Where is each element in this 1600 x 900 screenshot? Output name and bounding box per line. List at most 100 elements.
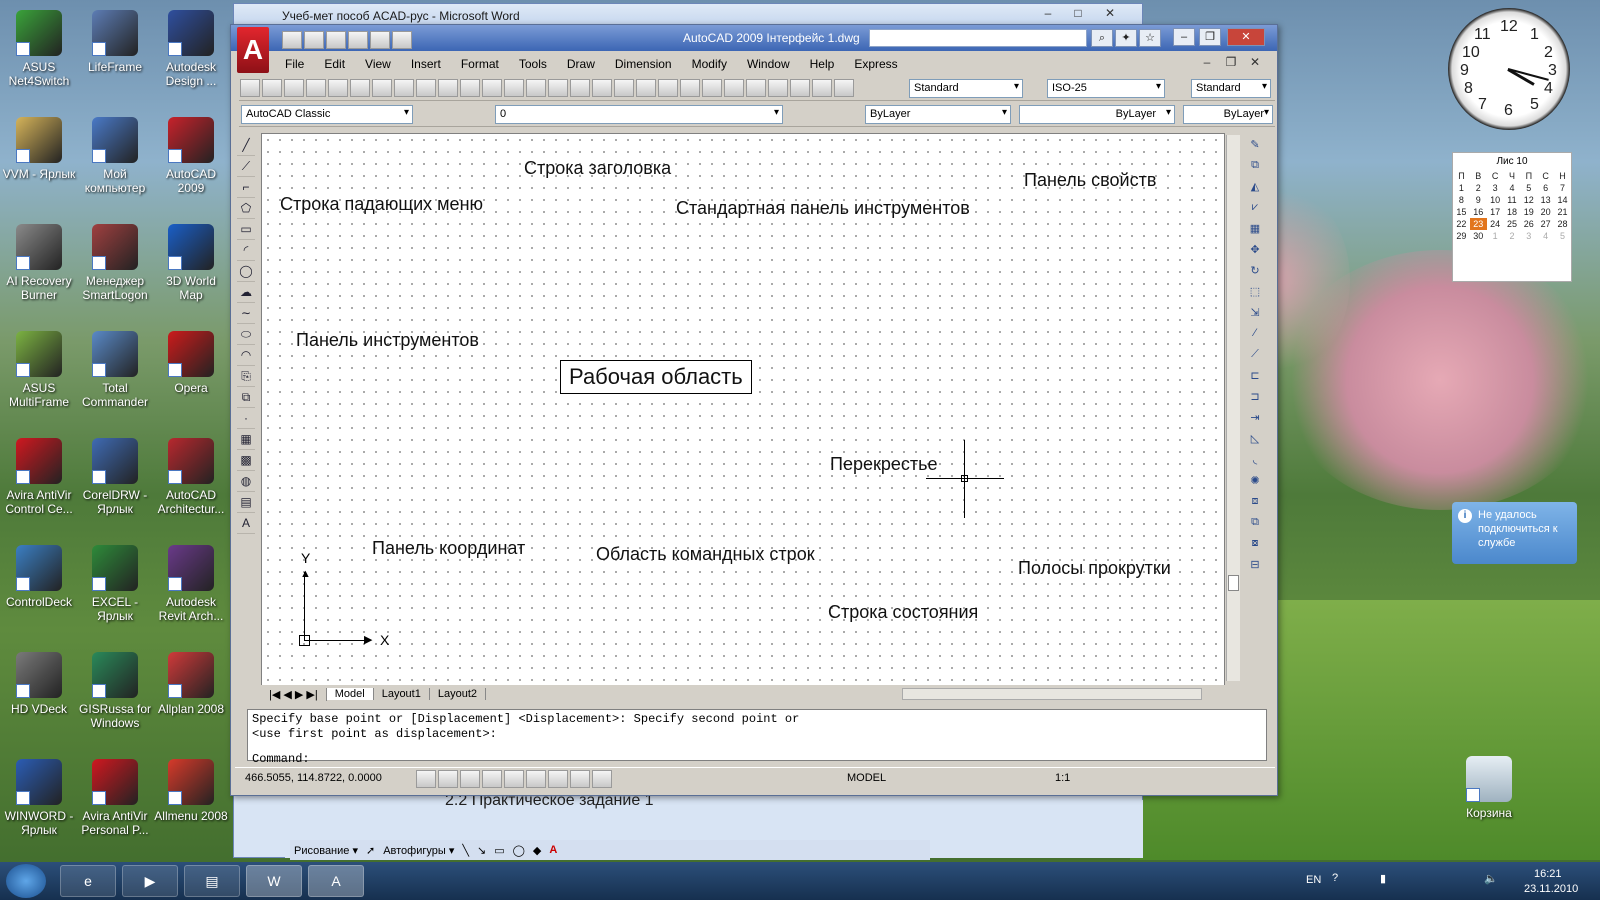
drawing-area[interactable]: Строка заголовка Панель свойств Строка п… [261,133,1225,697]
table-style-select[interactable]: Standard [1191,79,1271,98]
desktop-icon[interactable]: AutoCAD Architectur... [154,432,228,532]
calendar-day[interactable]: 24 [1487,218,1504,230]
break-point-icon[interactable]: ⊏ [1245,369,1265,387]
layer-select[interactable]: 0 [495,105,783,124]
volume-icon[interactable]: 🔈 [1484,872,1498,885]
autoshapes-button[interactable]: Автофигуры ▾ [383,844,454,857]
media-player-taskbar-icon[interactable]: ▶ [122,865,178,897]
mtext-icon[interactable]: A [237,516,255,534]
model-button[interactable]: MODEL [847,772,886,784]
vertical-scrollbar[interactable] [1226,135,1240,681]
menu-item-view[interactable]: View [355,57,401,71]
standard-tool-icon[interactable] [834,79,854,97]
desktop-icon[interactable]: HD VDeck [2,646,76,746]
save-icon[interactable] [326,31,346,49]
calendar-day[interactable]: 10 [1487,194,1504,206]
calendar-day[interactable]: 9 [1470,194,1487,206]
notification-gadget[interactable]: i Не удалось подключиться к службе [1452,502,1577,564]
desktop-icon[interactable]: VVM - Ярлык [2,111,76,211]
tab-nav-first[interactable]: |◀ ◀ ▶ ▶| [261,687,327,701]
network-icon[interactable]: ▮ [1380,872,1386,885]
clock-gadget[interactable]: 12 1 2 3 4 5 6 7 8 9 10 11 [1448,8,1570,130]
command-prompt[interactable]: Command: [252,752,1262,767]
standard-tool-icon[interactable] [460,79,480,97]
menu-item-express[interactable]: Express [844,57,907,71]
calendar-day[interactable]: 4 [1537,230,1554,242]
hatch-icon[interactable]: ▦ [237,432,255,450]
standard-tool-icon[interactable] [394,79,414,97]
otrack-icon[interactable] [526,770,546,788]
clock-time[interactable]: 16:21 [1534,868,1562,880]
tab-layout1[interactable]: Layout1 [374,688,430,700]
desktop-icon[interactable]: Opera [154,325,228,425]
language-indicator[interactable]: EN [1306,874,1321,886]
scale-icon[interactable]: ⬚ [1245,285,1265,303]
explorer-taskbar-icon[interactable]: ▤ [184,865,240,897]
calendar-day[interactable]: 3 [1520,230,1537,242]
word-taskbar-icon[interactable]: W [246,865,302,897]
line-icon[interactable]: ╱ [237,138,255,156]
desktop-icon[interactable]: CorelDRW - Ярлык [78,432,152,532]
desktop-icon[interactable]: ControlDeck [2,539,76,639]
join-icon[interactable]: ⇥ [1245,411,1265,429]
fillet-icon[interactable]: ◟ [1245,453,1265,471]
dyn-icon[interactable] [570,770,590,788]
desktop-icon[interactable]: 3D World Map [154,218,228,318]
menu-item-modify[interactable]: Modify [682,57,737,71]
workspace-select[interactable]: AutoCAD Classic [241,105,413,124]
calendar-day[interactable]: 1 [1453,182,1470,194]
point-icon[interactable]: · [237,411,255,429]
desktop-icon[interactable]: WINWORD - Ярлык [2,753,76,853]
menu-item-file[interactable]: File [275,57,314,71]
calendar-day[interactable]: 3 [1487,182,1504,194]
menu-item-format[interactable]: Format [451,57,509,71]
draw-menu-button[interactable]: Рисование ▾ [294,844,358,857]
calendar-day[interactable]: 8 [1453,194,1470,206]
calendar-day[interactable]: 30 [1470,230,1487,242]
gradient-icon[interactable]: ▩ [237,453,255,471]
undo-icon[interactable] [370,31,390,49]
desktop-icon[interactable]: ASUS MultiFrame [2,325,76,425]
ie-taskbar-icon[interactable]: e [60,865,116,897]
ellipse-arc-icon[interactable]: ◠ [237,348,255,366]
extend-icon[interactable]: ⟋ [1245,348,1265,366]
calendar-day[interactable]: 19 [1520,206,1537,218]
array-icon[interactable]: ▦ [1245,222,1265,240]
rotate-icon[interactable]: ↻ [1245,264,1265,282]
standard-tool-icon[interactable] [504,79,524,97]
menu-item-edit[interactable]: Edit [314,57,355,71]
desktop-icon[interactable]: Total Commander [78,325,152,425]
doc-restore-icon[interactable]: ❐ [1221,55,1241,69]
standard-tool-icon[interactable] [768,79,788,97]
annotation-scale[interactable]: 1:1 [1055,772,1070,784]
favorites-icon[interactable]: ☆ [1139,29,1161,47]
line-icon[interactable]: ╲ [462,844,469,857]
bring-front-icon[interactable]: ⧉ [1245,516,1265,534]
calendar-day[interactable]: 18 [1504,206,1521,218]
revcloud-icon[interactable]: ☁ [237,285,255,303]
table-icon[interactable]: ▤ [237,495,255,513]
standard-tool-icon[interactable] [636,79,656,97]
standard-tool-icon[interactable] [680,79,700,97]
minimize-icon[interactable]: – [1173,28,1195,46]
calendar-day[interactable]: 15 [1453,206,1470,218]
calendar-day[interactable]: 29 [1453,230,1470,242]
desktop-icon[interactable]: ASUS Net4Switch [2,4,76,104]
calendar-day[interactable]: 27 [1537,218,1554,230]
calendar-day[interactable]: 7 [1554,182,1571,194]
calendar-day[interactable]: 17 [1487,206,1504,218]
calendar-day[interactable]: 5 [1520,182,1537,194]
doc-close-icon[interactable]: ✕ [1245,55,1265,69]
ortho-icon[interactable] [460,770,480,788]
xline-icon[interactable]: ⟋ [237,159,255,177]
calendar-gadget[interactable]: Лис 10 П В С Ч П С Н 1 2 3 4 5 6 7 8 9 10 11 12 13 14 15 16 17 1… [1452,152,1572,282]
standard-tool-icon[interactable] [702,79,722,97]
print-icon[interactable] [348,31,368,49]
send-back-icon[interactable]: ⧇ [1245,537,1265,555]
standard-tool-icon[interactable] [614,79,634,97]
lineweight-select[interactable]: ByLayer [1183,105,1273,124]
autocad-window[interactable]: AutoCAD 2009 Інтерфейс 1.dwg ⌕ ✦ ☆ – ❐ ✕… [230,24,1278,796]
calendar-day[interactable]: 13 [1537,194,1554,206]
calendar-day[interactable]: 16 [1470,206,1487,218]
close-icon[interactable]: ✕ [1227,28,1265,46]
